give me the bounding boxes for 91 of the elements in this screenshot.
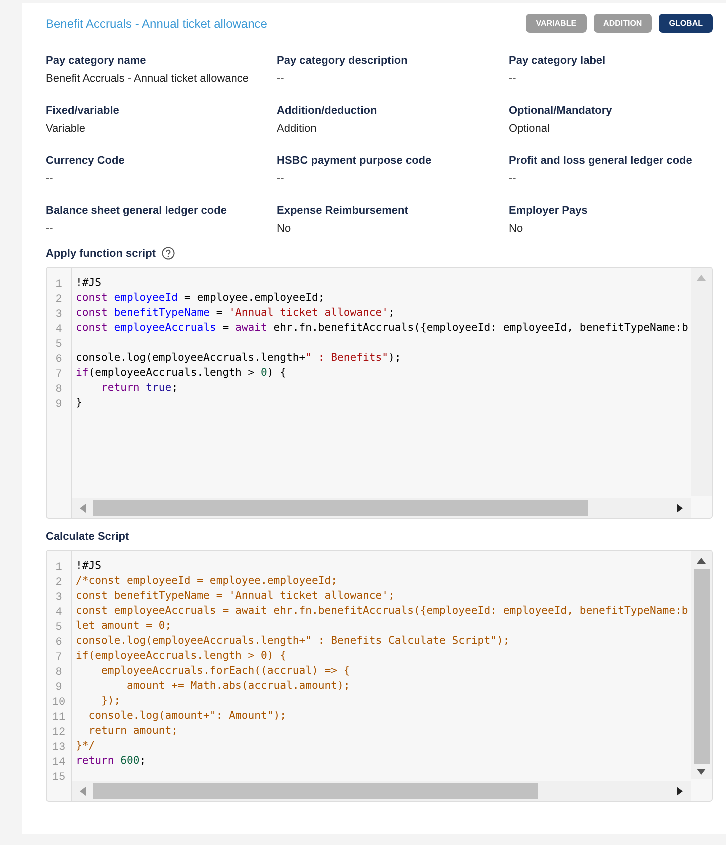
field-value: Benefit Accruals - Annual ticket allowance [46, 73, 250, 85]
line-number: 8 [56, 666, 62, 681]
code-line: const benefitTypeName = 'Annual ticket allowance'; [76, 589, 396, 604]
field-label: Balance sheet general ledger code [46, 205, 228, 217]
line-number: 9 [56, 398, 62, 413]
section-label: Calculate Script [46, 531, 130, 543]
section-label: Apply function script [46, 248, 156, 260]
field-label: Expense Reimbursement [277, 205, 410, 217]
vertical-scrollbar[interactable] [691, 551, 712, 779]
line-number: 5 [56, 338, 62, 353]
scrollbar-thumb[interactable] [93, 500, 588, 516]
help-icon[interactable] [162, 247, 175, 260]
field-value: -- [509, 173, 518, 185]
field-value: Variable [46, 123, 87, 135]
line-number: 13 [52, 741, 66, 756]
field-label: Currency Code [46, 155, 126, 167]
field-label: Pay category label [509, 55, 607, 67]
line-number: 9 [56, 681, 62, 696]
line-number: 11 [52, 711, 66, 726]
field-label: HSBC payment purpose code [277, 155, 433, 167]
code-line: let amount = 0; [76, 619, 173, 634]
horizontal-scrollbar[interactable] [72, 781, 691, 801]
line-number: 2 [56, 576, 62, 591]
category-title: Benefit Accruals - Annual ticket allowance [46, 16, 268, 30]
line-number: 12 [52, 726, 66, 741]
line-number: 10 [52, 696, 66, 711]
scrollbar-thumb[interactable] [93, 783, 538, 799]
field-label: Employer Pays [509, 205, 589, 217]
field-value: Addition [277, 123, 318, 135]
line-number: 15 [52, 771, 66, 786]
code-line: return 600; [76, 754, 148, 769]
field-label: Fixed/variable [46, 105, 120, 117]
scroll-left-icon[interactable] [80, 504, 86, 512]
scroll-up-icon[interactable] [697, 558, 706, 564]
field-label: Pay category description [277, 55, 409, 67]
code-line: !#JS [76, 559, 103, 574]
code-line: employeeAccruals.forEach((accrual) => { [100, 664, 352, 679]
field-label: Profit and loss general ledger code [509, 155, 694, 167]
field-value: -- [277, 73, 286, 85]
code-editor[interactable] [46, 550, 713, 802]
field-label: Addition/deduction [277, 105, 378, 117]
code-line: }); [100, 694, 122, 709]
code-line: if(employeeAccruals.length > 0) { [76, 366, 288, 381]
field-value: No [509, 223, 524, 235]
scroll-right-icon[interactable] [677, 504, 683, 512]
code-line: }*/ [76, 739, 96, 754]
code-line: return true; [100, 381, 180, 396]
line-number: 7 [56, 368, 62, 383]
code-line: const employeeAccruals = await ehr.fn.benefitAccruals({employeeId: employeeId, benefitTypeName:b [76, 604, 690, 619]
line-number: 5 [56, 621, 62, 636]
code-line: !#JS [76, 276, 103, 291]
line-number: 6 [56, 353, 62, 368]
field-label: Pay category name [46, 55, 148, 67]
code-line: return amount; [88, 724, 180, 739]
scroll-left-icon[interactable] [80, 786, 86, 796]
line-number: 3 [56, 591, 62, 606]
line-number: 6 [56, 636, 62, 651]
scroll-down-icon[interactable] [697, 769, 706, 775]
code-line: amount += Math.abs(accrual.amount); [126, 679, 352, 694]
field-value: -- [509, 73, 518, 85]
scrollbar-thumb[interactable] [694, 569, 710, 764]
line-number: 1 [56, 561, 62, 576]
field-label: Optional/Mandatory [509, 105, 614, 117]
code-line: console.log(employeeAccruals.length+" : Benefits"); [76, 351, 402, 366]
code-line: const benefitTypeName = 'Annual ticket allowance'; [76, 306, 396, 321]
field-value: -- [277, 173, 286, 185]
field-value: -- [46, 223, 54, 235]
field-value: Optional [509, 123, 551, 135]
code-line: const employeeId = employee.employeeId; [76, 291, 326, 306]
line-number: 7 [56, 651, 62, 666]
code-line: if(employeeAccruals.length > 0) { [76, 649, 288, 664]
line-number: 4 [56, 606, 62, 621]
code-line: const employeeAccruals = await ehr.fn.benefitAccruals({employeeId: employeeId, benefitTypeName:b [76, 321, 690, 336]
line-number: 3 [56, 308, 62, 323]
line-number: 2 [56, 293, 62, 308]
tag-badge: VARIABLE [526, 14, 587, 33]
field-value: -- [46, 173, 54, 185]
vertical-scrollbar[interactable] [691, 268, 712, 496]
tag-badge: GLOBAL [659, 14, 713, 33]
line-number: 1 [56, 278, 62, 293]
code-line: /*const employeeId = employee.employeeId; [76, 574, 338, 589]
scroll-right-icon[interactable] [677, 786, 683, 796]
code-line: console.log(employeeAccruals.length+" : Benefits Calculate Script"); [76, 634, 511, 649]
code-line: console.log(amount+": Amount"); [88, 709, 288, 724]
field-value: No [277, 223, 292, 235]
horizontal-scrollbar[interactable] [72, 498, 691, 518]
line-number: 4 [56, 323, 62, 338]
tag-badge: ADDITION [594, 14, 652, 33]
code-line: } [76, 396, 84, 411]
line-number: 8 [56, 383, 62, 398]
line-number: 14 [52, 756, 66, 771]
